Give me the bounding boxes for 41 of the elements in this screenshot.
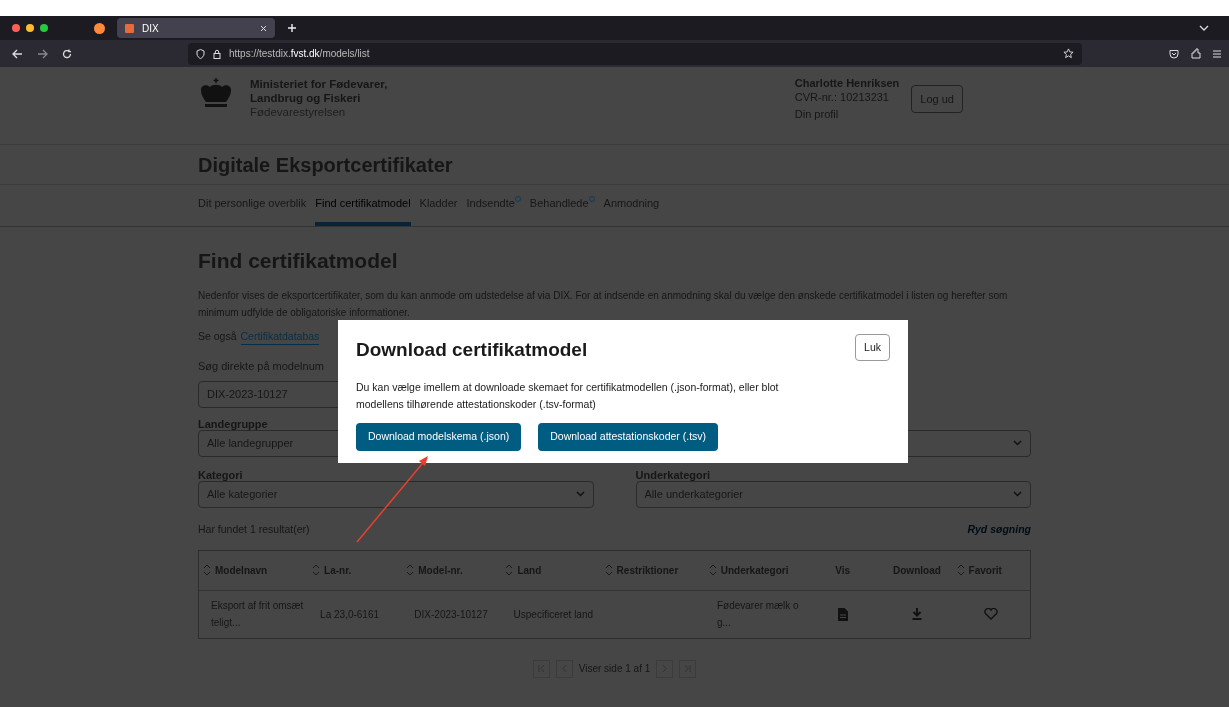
lock-icon (213, 48, 221, 59)
chevron-down-icon (1013, 491, 1022, 498)
minimize-window-icon[interactable] (26, 24, 34, 32)
browser-logo-icon (94, 22, 105, 34)
nav-tab[interactable]: Find certifikatmodel (315, 185, 411, 226)
menu-icon[interactable] (1213, 49, 1221, 58)
extensions-icon[interactable] (1191, 48, 1201, 59)
star-icon[interactable] (1063, 48, 1074, 59)
download-button[interactable]: Download attestationskoder (.tsv) (538, 422, 719, 451)
sort-icon[interactable] (312, 563, 321, 577)
close-button[interactable]: Luk (855, 334, 890, 361)
back-arrow-icon[interactable] (12, 48, 23, 59)
download-icon[interactable] (912, 608, 923, 620)
sort-icon[interactable] (604, 563, 613, 577)
dialog-text: Du kan vælge imellem at downloade skemaet for certifikatmodellen (.json-format), eller blot modellens tilhørende attestationskoder (.tsv-format) (356, 379, 780, 412)
document-icon[interactable] (837, 607, 848, 621)
sort-icon[interactable] (956, 563, 965, 577)
chevron-down-icon[interactable] (1199, 25, 1209, 31)
reload-icon[interactable] (62, 48, 72, 59)
shield-icon (196, 48, 205, 59)
sort-icon[interactable] (406, 563, 415, 577)
clear-search-link[interactable]: Ryd søgning (967, 521, 1031, 538)
address-bar[interactable]: https://testdix.fvst.dk/models/list (188, 42, 1082, 65)
new-tab-icon[interactable] (287, 23, 297, 33)
sort-icon[interactable] (708, 563, 717, 577)
dialog-title: Download certifikatmodel (356, 338, 588, 362)
chevron-down-icon (1013, 440, 1022, 447)
heart-icon[interactable] (984, 608, 999, 620)
close-window-icon[interactable] (12, 24, 20, 32)
sort-icon[interactable] (505, 563, 514, 577)
chevron-down-icon (575, 491, 585, 498)
pocket-icon[interactable] (1169, 48, 1179, 59)
browser-tab[interactable]: DIX (117, 18, 275, 38)
database-link[interactable]: Certifikatdatabas (240, 328, 320, 346)
sort-icon[interactable] (203, 563, 211, 577)
url-text: https://testdix.fvst.dk/models/list (229, 47, 370, 61)
favicon-icon (125, 23, 134, 33)
forward-arrow-icon[interactable] (37, 48, 48, 59)
download-button[interactable]: Download modelskema (.json) (356, 422, 522, 451)
close-icon[interactable] (260, 24, 267, 32)
maximize-window-icon[interactable] (40, 24, 48, 32)
